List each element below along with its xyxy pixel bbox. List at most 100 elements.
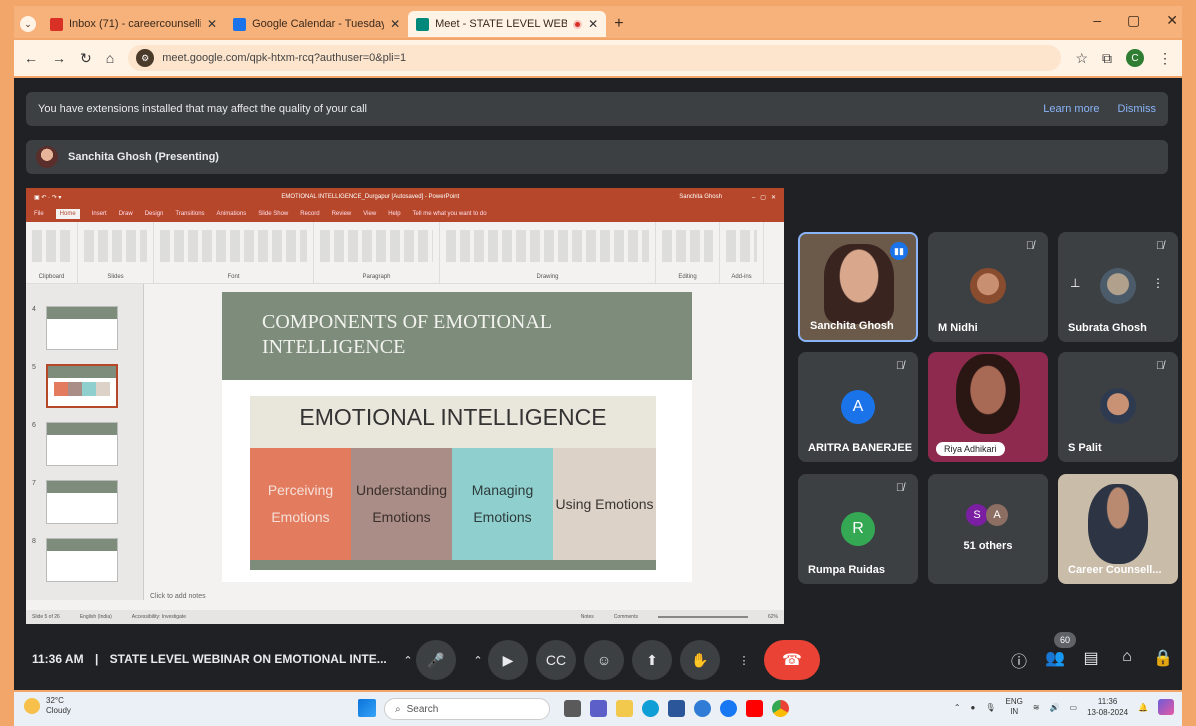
- camera-button[interactable]: ▶: [488, 640, 528, 680]
- thumb-number: 8: [32, 538, 36, 545]
- tab-meet[interactable]: Meet - STATE LEVEL WEBIN ✕: [408, 11, 607, 37]
- dismiss-button[interactable]: Dismiss: [1118, 103, 1157, 115]
- presenter-avatar: [36, 146, 58, 168]
- chat-icon[interactable]: ▤: [1080, 648, 1102, 668]
- participant-video: [956, 354, 1020, 434]
- home-icon[interactable]: ⌂: [106, 50, 114, 66]
- site-info-icon[interactable]: ⚙: [136, 49, 155, 67]
- ppt-window-controls: – ▢ ✕: [751, 194, 776, 201]
- volume-icon[interactable]: 🔊: [1050, 703, 1060, 712]
- youtube-icon[interactable]: [746, 700, 763, 717]
- participant-tile[interactable]: Riya Adhikari: [928, 352, 1048, 462]
- tray-app-icon[interactable]: ●: [971, 703, 976, 712]
- clock[interactable]: 11:36 13-08-2024: [1087, 696, 1128, 718]
- others-tile[interactable]: S A 51 others: [928, 474, 1048, 584]
- star-icon[interactable]: ☆: [1075, 50, 1088, 67]
- ppt-menu-item: Tell me what you want to do: [412, 211, 487, 217]
- more-options-icon[interactable]: ⋮: [1152, 276, 1164, 290]
- participant-name: M Nidhi: [938, 322, 978, 334]
- mic-off-icon: 🎙̸: [895, 360, 905, 372]
- participant-name: Rumpa Ruidas: [808, 564, 886, 576]
- close-icon[interactable]: ✕: [207, 17, 217, 31]
- participant-tile[interactable]: 🎙̸ ⊥ ⋮ Subrata Ghosh: [1058, 232, 1178, 342]
- notes-pane: Click to add notes: [144, 590, 784, 606]
- ribbon-group: Add-ins: [720, 222, 764, 283]
- back-icon[interactable]: ←: [24, 50, 38, 66]
- status-comments: Comments: [613, 614, 638, 620]
- weather-widget[interactable]: 32°C Cloudy: [24, 696, 71, 716]
- raise-hand-button[interactable]: ✋: [680, 640, 720, 680]
- task-view-icon[interactable]: [564, 700, 581, 717]
- tab-inbox[interactable]: Inbox (71) - careercounsellingc ✕: [42, 11, 225, 37]
- more-options-icon[interactable]: ⋮: [730, 640, 758, 680]
- notification-icon[interactable]: 🔔: [1138, 703, 1148, 712]
- activities-icon[interactable]: ⌂: [1116, 648, 1138, 666]
- pin-icon[interactable]: ⊥: [1070, 276, 1080, 290]
- ppt-window-title: EMOTIONAL INTELLIGENCE_Durgapur [Autosav…: [281, 194, 460, 200]
- meeting-separator: |: [94, 652, 99, 666]
- ppt-menu-item: Design: [144, 211, 164, 217]
- mic-button[interactable]: 🎤: [416, 640, 456, 680]
- mic-off-icon: 🎙̸: [1155, 240, 1165, 252]
- meet-stage: You have extensions installed that may a…: [14, 78, 1182, 690]
- ribbon-group: Slides: [78, 222, 154, 283]
- presenter-label: Sanchita Ghosh (Presenting): [68, 151, 219, 163]
- wifi-icon[interactable]: ≋: [1033, 703, 1040, 712]
- url-field[interactable]: ⚙ meet.google.com/qpk-htxm-rcq?authuser=…: [128, 45, 1062, 71]
- leave-call-button[interactable]: ☎: [764, 640, 820, 680]
- current-slide: COMPONENTS OF EMOTIONAL INTELLIGENCE EMO…: [222, 292, 692, 582]
- tab-calendar[interactable]: Google Calendar - Tuesday, Au ✕: [225, 11, 408, 37]
- mic-tray-icon[interactable]: 🎙: [985, 703, 995, 712]
- card-perceiving: Perceiving Emotions: [250, 448, 351, 560]
- reload-icon[interactable]: ↻: [80, 50, 92, 67]
- store-icon[interactable]: [668, 700, 685, 717]
- battery-icon[interactable]: ▭: [1070, 703, 1078, 712]
- others-count: 51 others: [963, 540, 1013, 552]
- tab-label: Google Calendar - Tuesday, Au: [252, 18, 385, 30]
- ppt-menu-item: Record: [300, 211, 320, 217]
- close-icon[interactable]: ✕: [390, 17, 400, 31]
- minimize-icon[interactable]: –: [1093, 12, 1101, 29]
- address-toolbar: ← → ↻ ⌂ ⚙ meet.google.com/qpk-htxm-rcq?a…: [14, 40, 1182, 76]
- menu-icon[interactable]: ⋮: [1158, 50, 1172, 67]
- participant-tile[interactable]: Career Counsell...: [1058, 474, 1178, 584]
- language-indicator[interactable]: ENG IN: [1006, 697, 1023, 717]
- participant-tile[interactable]: 🎙̸ A ARITRA BANERJEE: [798, 352, 918, 462]
- people-icon[interactable]: 👥: [1044, 648, 1066, 668]
- participant-tile[interactable]: 🎙̸ M Nidhi: [928, 232, 1048, 342]
- zoom-slider: [657, 616, 748, 618]
- speaking-icon: ▮▮: [890, 242, 908, 260]
- participant-tile[interactable]: ▮▮ Sanchita Ghosh: [798, 232, 918, 342]
- chevron-up-icon[interactable]: ⌃: [954, 703, 961, 712]
- edge-icon[interactable]: [642, 700, 659, 717]
- calendar-icon: [233, 17, 247, 31]
- tab-list-button[interactable]: ⌄: [14, 11, 42, 37]
- forward-icon[interactable]: →: [52, 50, 66, 66]
- chrome-icon[interactable]: [772, 700, 789, 717]
- clock-date: 13-08-2024: [1087, 708, 1129, 717]
- shared-screen: ▣ ↶ · ↷ ▾ EMOTIONAL INTELLIGENCE_Durgapu…: [26, 188, 784, 624]
- teams-icon[interactable]: [590, 700, 607, 717]
- start-button[interactable]: [358, 699, 376, 717]
- facebook-icon[interactable]: [720, 700, 737, 717]
- close-icon[interactable]: ✕: [588, 17, 598, 31]
- info-icon[interactable]: ⓘ: [1008, 648, 1030, 672]
- maximize-icon[interactable]: ▢: [1127, 12, 1140, 29]
- file-explorer-icon[interactable]: [616, 700, 633, 717]
- present-button[interactable]: ⬆: [632, 640, 672, 680]
- emoji-button[interactable]: ☺: [584, 640, 624, 680]
- participant-tile[interactable]: 🎙̸ R Rumpa Ruidas: [798, 474, 918, 584]
- extensions-icon[interactable]: ⧉: [1102, 50, 1112, 67]
- learn-more-link[interactable]: Learn more: [1043, 103, 1099, 115]
- weather-condition: Cloudy: [46, 706, 71, 715]
- captions-button[interactable]: CC: [536, 640, 576, 680]
- taskbar-search[interactable]: ⌕ Search: [384, 698, 550, 720]
- close-window-icon[interactable]: ✕: [1166, 12, 1178, 29]
- host-controls-icon[interactable]: 🔒: [1152, 648, 1174, 668]
- profile-avatar[interactable]: C: [1126, 49, 1144, 67]
- new-tab-button[interactable]: +: [606, 11, 631, 37]
- ppt-quick-access: ▣ ↶ · ↷ ▾: [34, 194, 62, 201]
- copilot-icon[interactable]: [1158, 699, 1174, 715]
- participant-tile[interactable]: 🎙̸ S Palit: [1058, 352, 1178, 462]
- settings-icon[interactable]: [694, 700, 711, 717]
